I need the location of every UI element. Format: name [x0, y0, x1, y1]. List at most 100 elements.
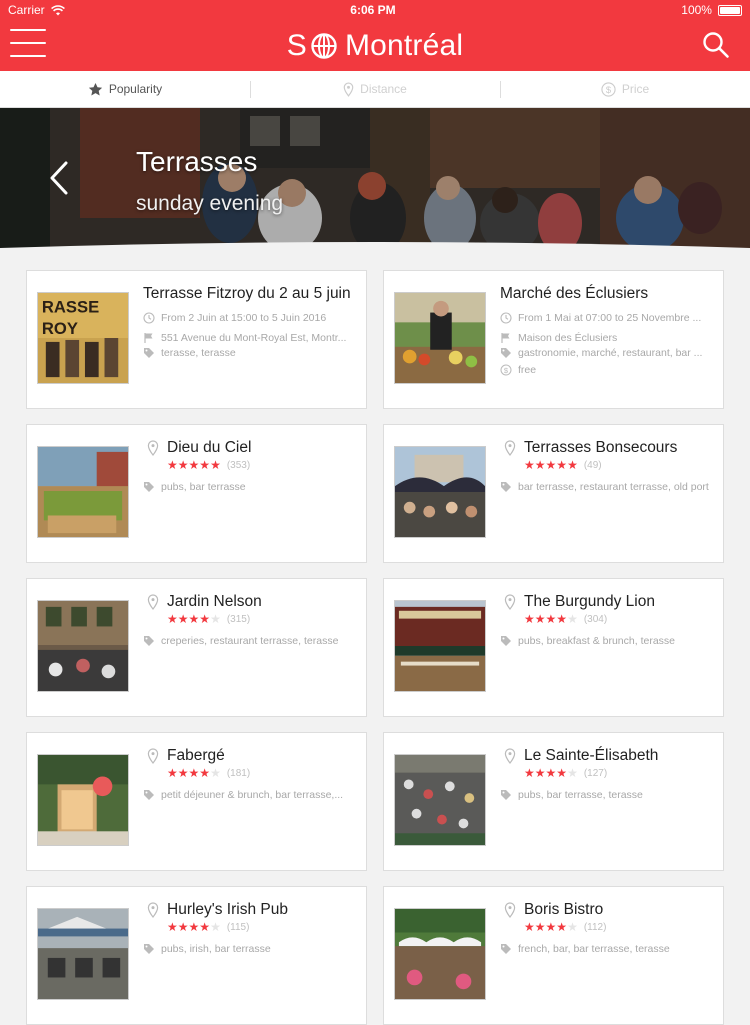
- clock-icon: [143, 312, 155, 324]
- svg-text:$: $: [504, 366, 509, 375]
- logo-letter: S: [286, 28, 307, 62]
- event-address: 551 Avenue du Mont-Royal Est, Montr...: [161, 332, 347, 344]
- venue-name: Terrasses Bonsecours: [524, 439, 678, 456]
- venue-name: Le Sainte-Élisabeth: [524, 747, 659, 764]
- venue-tags-row: pubs, irish, bar terrasse: [143, 943, 363, 955]
- star-filled-icon: ★: [556, 458, 568, 472]
- event-dates: From 2 Juin at 15:00 to 5 Juin 2016: [161, 312, 327, 324]
- terrace-crowd-photo: [0, 108, 750, 252]
- menu-line: [10, 42, 46, 44]
- pin-icon: [343, 81, 354, 97]
- venue-name: Jardin Nelson: [167, 593, 262, 610]
- venue-card[interactable]: The Burgundy Lion ★ ★ ★ ★ ★ (304) pubs, brea…: [383, 578, 724, 717]
- event-dates-row: From 2 Juin at 15:00 to 5 Juin 2016: [143, 312, 363, 324]
- clock: 6:06 PM: [350, 3, 396, 17]
- star-filled-icon: ★: [167, 766, 178, 780]
- tab-label: Distance: [360, 82, 407, 96]
- venue-card[interactable]: Jardin Nelson ★ ★ ★ ★ ★ (315) creperies, res…: [26, 578, 367, 717]
- event-card[interactable]: RASSE ROY Terrasse Fitzroy du 2 au 5 jui…: [26, 270, 367, 409]
- event-price-row: $ free: [500, 364, 720, 376]
- tag-icon: [144, 944, 154, 954]
- event-thumbnail: RASSE ROY: [37, 292, 129, 384]
- tab-distance[interactable]: Distance: [250, 71, 500, 107]
- tag-icon: [144, 482, 154, 492]
- star-filled-icon: ★: [167, 458, 178, 472]
- dollar-icon: $: [500, 364, 512, 376]
- venue-photo: [395, 755, 485, 845]
- star-filled-icon: ★: [177, 920, 189, 934]
- event-address-row: Maison des Éclusiers: [500, 332, 720, 344]
- venue-rating: ★ ★ ★ ★ ★ (49): [524, 459, 602, 471]
- tag-icon: [501, 636, 511, 646]
- venue-card[interactable]: Fabergé ★ ★ ★ ★ ★ (181) petit déjeuner & bru…: [26, 732, 367, 871]
- venue-name: Fabergé: [167, 747, 225, 764]
- venue-card[interactable]: Hurley's Irish Pub ★ ★ ★ ★ ★ (115) pubs, iri…: [26, 886, 367, 1025]
- star-filled-icon: ★: [177, 766, 189, 780]
- event-tags: terasse, terasse: [161, 347, 236, 359]
- star-filled-icon: ★: [199, 920, 211, 934]
- search-icon[interactable]: [702, 31, 730, 59]
- tab-price[interactable]: $ Price: [500, 71, 750, 107]
- clock-icon: [500, 312, 512, 324]
- venue-tags: pubs, bar terrasse, terasse: [518, 789, 643, 801]
- banner-curve: [0, 242, 750, 252]
- venue-thumbnail: [37, 908, 129, 1000]
- venue-rating: ★ ★ ★ ★ ★ (353): [167, 459, 250, 471]
- review-count: (127): [583, 767, 608, 779]
- star-filled-icon: ★: [567, 458, 578, 472]
- tag-icon: [144, 636, 154, 646]
- battery-icon: [717, 4, 742, 16]
- star-empty-icon: ★: [210, 920, 221, 934]
- star-filled-icon: ★: [556, 612, 568, 626]
- venue-card[interactable]: Terrasses Bonsecours ★ ★ ★ ★ ★ (49) bar terr…: [383, 424, 724, 563]
- star-filled-icon: ★: [167, 612, 178, 626]
- star-filled-icon: ★: [524, 612, 535, 626]
- pin-icon: [504, 902, 516, 918]
- carrier-label: Carrier: [8, 3, 45, 17]
- venue-rating: ★ ★ ★ ★ ★ (304): [524, 613, 607, 625]
- star-filled-icon: ★: [556, 920, 568, 934]
- tag-icon: [501, 944, 511, 954]
- venue-thumbnail: [37, 754, 129, 846]
- category-banner: Terrasses sunday evening: [0, 108, 750, 252]
- svg-text:$: $: [606, 84, 612, 94]
- venue-thumbnail: [394, 908, 486, 1000]
- star-filled-icon: ★: [534, 920, 546, 934]
- venue-card[interactable]: Dieu du Ciel ★ ★ ★ ★ ★ (353) pubs, bar terra…: [26, 424, 367, 563]
- star-filled-icon: ★: [177, 458, 189, 472]
- star-empty-icon: ★: [210, 766, 221, 780]
- menu-button[interactable]: [10, 29, 46, 57]
- venue-thumbnail: [394, 446, 486, 538]
- tab-label: Popularity: [108, 82, 163, 96]
- venue-name: Boris Bistro: [524, 901, 604, 918]
- venue-card[interactable]: Le Sainte-Élisabeth ★ ★ ★ ★ ★ (127) pubs, ba…: [383, 732, 724, 871]
- pin-icon: [147, 902, 159, 918]
- battery-percent: 100%: [681, 3, 712, 17]
- event-tags-row: gastronomie, marché, restaurant, bar ...: [500, 347, 720, 359]
- pin-icon: [504, 594, 516, 610]
- fitzroy-poster-image: RASSE ROY: [38, 293, 128, 383]
- venue-rating: ★ ★ ★ ★ ★ (127): [524, 767, 607, 779]
- venue-tags-row: french, bar, bar terrasse, terasse: [500, 943, 720, 955]
- menu-line: [10, 29, 46, 31]
- star-empty-icon: ★: [567, 920, 578, 934]
- venue-photo: [395, 447, 485, 537]
- venue-photo: [38, 601, 128, 691]
- event-card[interactable]: Marché des Éclusiers From 1 Mai at 07:00…: [383, 270, 724, 409]
- star-filled-icon: ★: [534, 612, 546, 626]
- logo-city: Montréal: [344, 28, 464, 62]
- venue-thumbnail: [394, 600, 486, 692]
- venue-photo: [395, 909, 485, 999]
- tab-popularity[interactable]: Popularity: [0, 71, 250, 107]
- event-title: Terrasse Fitzroy du 2 au 5 juin: [143, 285, 351, 302]
- back-icon[interactable]: [44, 158, 74, 198]
- event-address-row: 551 Avenue du Mont-Royal Est, Montr...: [143, 332, 363, 344]
- venue-tags: pubs, breakfast & brunch, terasse: [518, 635, 676, 647]
- market-photo: [395, 293, 485, 383]
- tag-icon: [501, 482, 511, 492]
- review-count: (304): [583, 613, 608, 625]
- star-filled-icon: ★: [524, 458, 535, 472]
- event-price: free: [518, 364, 537, 376]
- venue-photo: [38, 909, 128, 999]
- venue-card[interactable]: Boris Bistro ★ ★ ★ ★ ★ (112) french, bar, ba…: [383, 886, 724, 1025]
